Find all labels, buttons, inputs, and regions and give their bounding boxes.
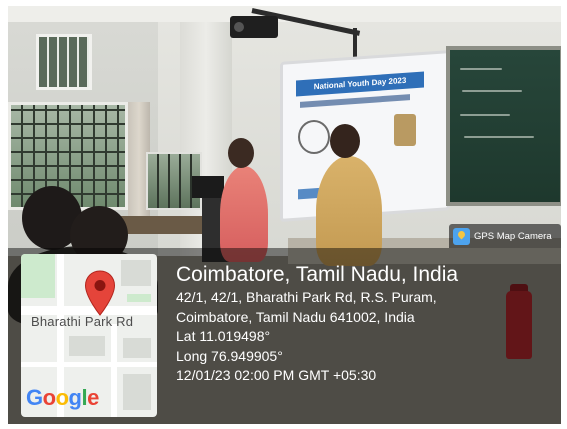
photo-frame: National Youth Day 2023 GPS Map Camera B… bbox=[0, 0, 567, 429]
projector-lens bbox=[234, 22, 244, 32]
chalk-line bbox=[460, 68, 502, 70]
chalk-line bbox=[464, 136, 534, 138]
chalkboard bbox=[446, 46, 561, 206]
location-city: Coimbatore, Tamil Nadu, India bbox=[176, 263, 459, 286]
gps-map-camera-icon bbox=[453, 227, 470, 245]
slide-national-emblem bbox=[394, 114, 416, 146]
upper-window bbox=[36, 34, 92, 90]
laptop bbox=[192, 176, 224, 198]
google-logo: Google bbox=[26, 385, 99, 410]
timestamp: 12/01/23 02:00 PM GMT +05:30 bbox=[176, 367, 377, 383]
map-pin-icon bbox=[84, 270, 116, 316]
map-block bbox=[123, 338, 151, 358]
map-street-label: Bharathi Park Rd bbox=[31, 314, 134, 329]
map-park-area bbox=[21, 254, 55, 298]
gps-map-camera-badge: GPS Map Camera bbox=[449, 224, 561, 248]
map-block bbox=[121, 260, 151, 286]
address-line-2: Coimbatore, Tamil Nadu 641002, India bbox=[176, 308, 415, 325]
chalk-line bbox=[460, 114, 510, 116]
longitude: Long 76.949905° bbox=[176, 347, 283, 364]
teacher-head bbox=[228, 138, 254, 168]
chalk-line bbox=[462, 90, 522, 92]
map-road bbox=[111, 324, 117, 417]
map-road bbox=[21, 362, 157, 367]
latitude: Lat 11.019498° bbox=[176, 328, 271, 344]
speaker-head bbox=[330, 124, 360, 158]
map-block bbox=[123, 374, 151, 410]
slide-emblem-circle bbox=[298, 120, 330, 154]
projector-mount bbox=[353, 28, 357, 58]
badge-label: GPS Map Camera bbox=[474, 230, 552, 242]
map-block bbox=[69, 336, 105, 356]
address-line-1: 42/1, 42/1, Bharathi Park Rd, R.S. Puram… bbox=[176, 289, 437, 305]
map-green-strip bbox=[127, 294, 151, 302]
map-thumbnail: Bharathi Park Rd Google bbox=[21, 254, 157, 417]
location-details: Coimbatore, Tamil Nadu, India 42/1, 42/1… bbox=[176, 262, 556, 386]
